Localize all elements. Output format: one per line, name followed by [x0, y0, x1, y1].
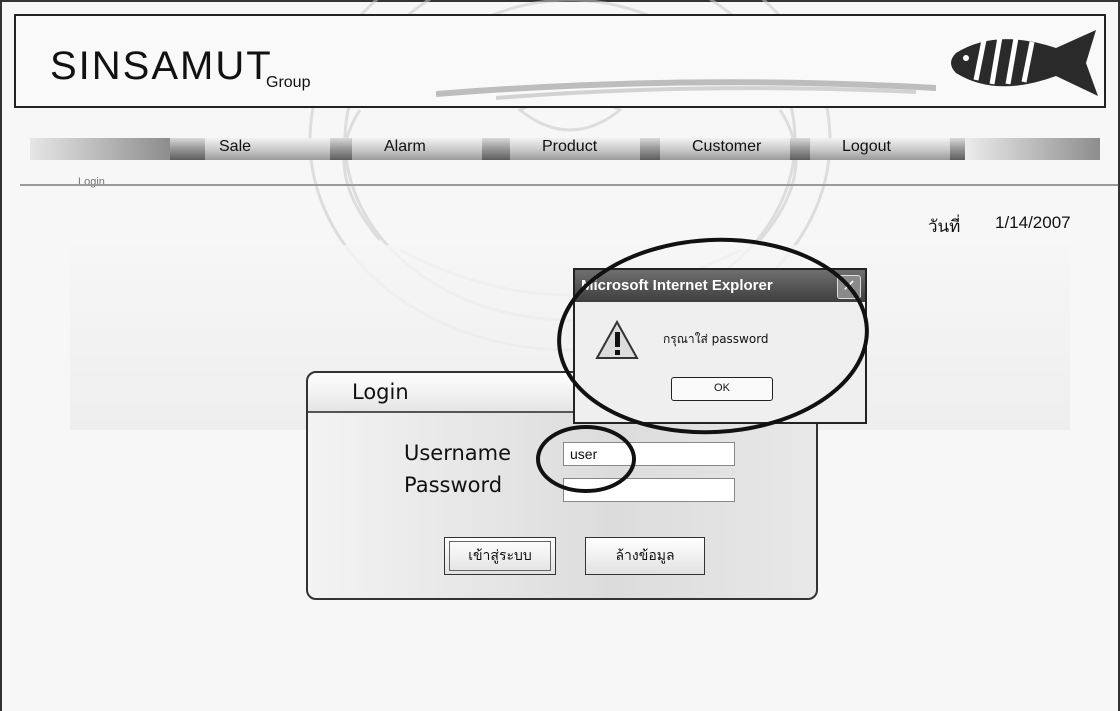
username-label: Username: [404, 441, 512, 465]
button-focus-ring: [449, 541, 551, 571]
clear-button[interactable]: ล้างข้อมูล: [585, 537, 705, 575]
nav-sale[interactable]: Sale: [205, 138, 330, 160]
date-value: 1/14/2007: [995, 213, 1071, 232]
breadcrumb: Login: [78, 176, 105, 188]
password-label: Password: [404, 473, 503, 497]
ok-button[interactable]: OK: [671, 377, 773, 401]
main-nav: Sale Alarm Product Customer Logout: [30, 138, 1100, 160]
logo-subtext: Group: [266, 74, 311, 91]
login-submit-button[interactable]: เข้าสู่ระบบ: [444, 537, 556, 575]
nav-decoration: [30, 138, 170, 160]
fish-logo-icon: [951, 30, 1098, 96]
site-header: SINSAMUT Group: [14, 14, 1106, 108]
dialog-message: กรุณาใส่ password: [663, 332, 769, 346]
nav-alarm[interactable]: Alarm: [352, 138, 482, 160]
login-title: Login: [352, 380, 409, 404]
header-decoration: [436, 79, 936, 100]
date-label: วันที่: [928, 217, 961, 237]
nav-decoration-right: [965, 138, 1100, 160]
logo-text: SINSAMUT: [50, 44, 273, 88]
username-input[interactable]: user: [563, 442, 735, 466]
password-input[interactable]: [563, 478, 735, 502]
dialog-title-bar[interactable]: Microsoft Internet Explorer: [575, 270, 865, 302]
alert-dialog: Microsoft Internet Explorer ✕ กรุณาใส่ p…: [573, 268, 867, 424]
nav-divider: [20, 184, 1118, 186]
warning-icon: [595, 320, 639, 359]
nav-logout[interactable]: Logout: [810, 138, 950, 160]
nav-customer[interactable]: Customer: [660, 138, 790, 160]
close-icon[interactable]: ✕: [837, 275, 861, 299]
nav-product[interactable]: Product: [510, 138, 640, 160]
dialog-title: Microsoft Internet Explorer: [581, 277, 773, 294]
